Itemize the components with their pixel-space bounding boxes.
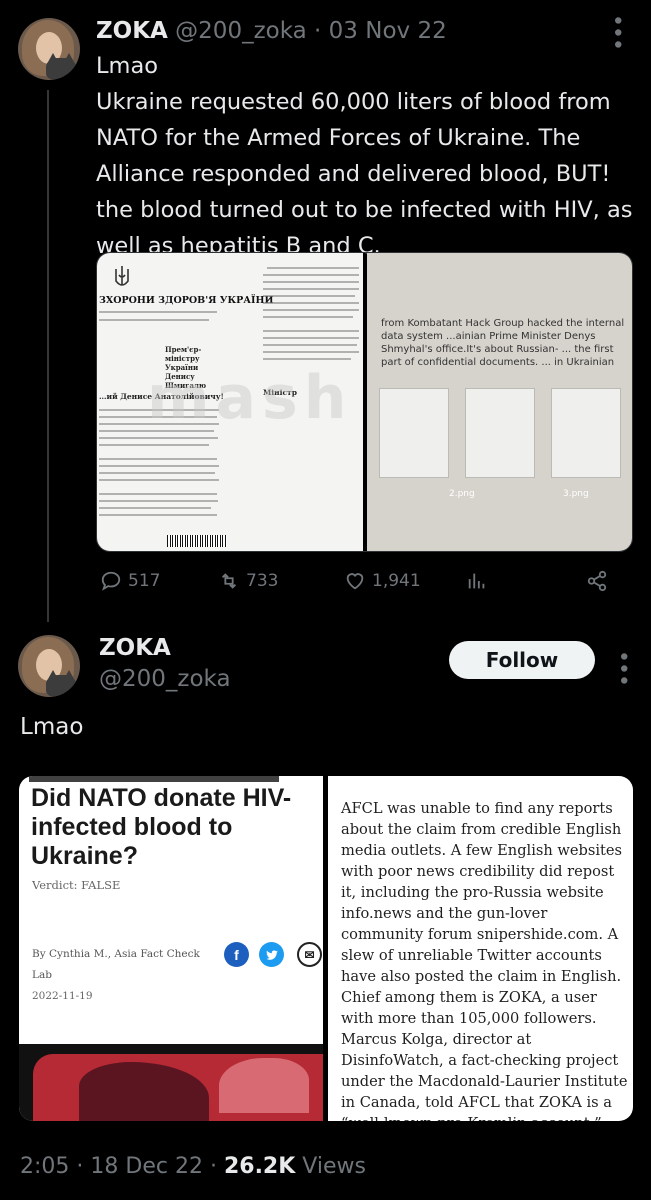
avatar[interactable] (18, 18, 80, 80)
media-image-hack-note[interactable]: from Kombatant Hack Group hacked the int… (367, 253, 632, 551)
trident-emblem-icon (115, 266, 129, 286)
thumbnail-label: 3.png (563, 489, 589, 499)
tweet-text-body: Ukraine requested 60,000 liters of blood… (96, 89, 633, 259)
share-button[interactable] (586, 570, 608, 592)
retweet-icon (221, 573, 237, 589)
reply-button[interactable]: 517 (100, 570, 160, 592)
retweet-count: 733 (246, 571, 279, 591)
views-count[interactable]: 26.2K (224, 1154, 295, 1179)
reply-icon (101, 571, 121, 591)
display-name[interactable]: ZOKA (96, 18, 168, 44)
barcode (167, 535, 227, 547)
facebook-icon: f (224, 942, 249, 967)
analytics-icon (468, 573, 485, 589)
avatar[interactable] (18, 635, 80, 697)
separator: · (209, 1154, 217, 1179)
hack-note-text: from Kombatant Hack Group hacked the int… (381, 318, 625, 368)
follow-button[interactable]: Follow (449, 641, 595, 679)
analytics-button[interactable] (466, 570, 488, 592)
twitter-icon (259, 942, 284, 967)
mail-icon: ✉ (297, 942, 322, 967)
like-count: 1,941 (372, 571, 421, 591)
views-label: Views (302, 1154, 366, 1179)
cropped-headline-strip (29, 776, 279, 782)
thumbnail-3 (551, 388, 621, 478)
reply-count: 517 (128, 571, 161, 591)
tweet-date[interactable]: 03 Nov 22 (329, 18, 447, 44)
thumbnail-label: 2.png (449, 489, 475, 499)
tweet-text: Lmao Ukraine requested 60,000 liters of … (96, 48, 636, 264)
document-title: ЗХОРОНИ ЗДОРОВ'Я УКРАЇНИ (99, 295, 274, 306)
media-image-article[interactable]: Did NATO donate HIV-infected blood to Uk… (19, 776, 323, 1121)
tweet-date[interactable]: 18 Dec 22 (90, 1154, 203, 1179)
article-byline: By Cynthia M., Asia Fact Check Lab (32, 948, 200, 981)
thumbnail-1 (379, 388, 449, 478)
user-handle[interactable]: @200_zoka (175, 18, 307, 44)
tweet-actions: 517 733 1,941 (96, 570, 616, 598)
article-date: 2022-11-19 (32, 990, 93, 1002)
tweet-media[interactable]: Did NATO donate HIV-infected blood to Uk… (19, 776, 633, 1121)
retweet-button[interactable]: 733 (218, 570, 278, 592)
like-icon (346, 573, 364, 590)
thumbnail-2 (465, 388, 535, 478)
tweet-media[interactable]: ЗХОРОНИ ЗДОРОВ'Я УКРАЇНИ Прем'єр-міністр… (96, 252, 633, 552)
article-map-image (19, 1044, 323, 1121)
tweet-time[interactable]: 2:05 (20, 1154, 69, 1179)
display-name[interactable]: ZOKA (99, 633, 171, 663)
tweet-text: Lmao (20, 714, 84, 740)
watermark: mash (147, 363, 353, 433)
tweet-footer: 2:05 · 18 Dec 22 · 26.2K Views (20, 1154, 366, 1179)
share-icon (587, 570, 607, 592)
article-body: AFCL was unable to find any reports abou… (341, 800, 628, 1121)
tweet-text-line1: Lmao (96, 53, 159, 79)
user-handle[interactable]: @200_zoka (99, 664, 231, 694)
more-icon[interactable]: ••• (610, 650, 635, 686)
article-title: Did NATO donate HIV-infected blood to Uk… (31, 784, 292, 870)
article-verdict: Verdict: FALSE (32, 878, 121, 892)
separator: · (76, 1154, 84, 1179)
separator: · (314, 18, 322, 44)
thread-line (47, 90, 49, 622)
like-button[interactable]: 1,941 (344, 570, 421, 592)
media-image-article-body[interactable]: AFCL was unable to find any reports abou… (328, 776, 633, 1121)
more-icon[interactable]: ••• (604, 14, 629, 50)
tweet-header: ZOKA @200_zoka · 03 Nov 22 (96, 15, 447, 47)
